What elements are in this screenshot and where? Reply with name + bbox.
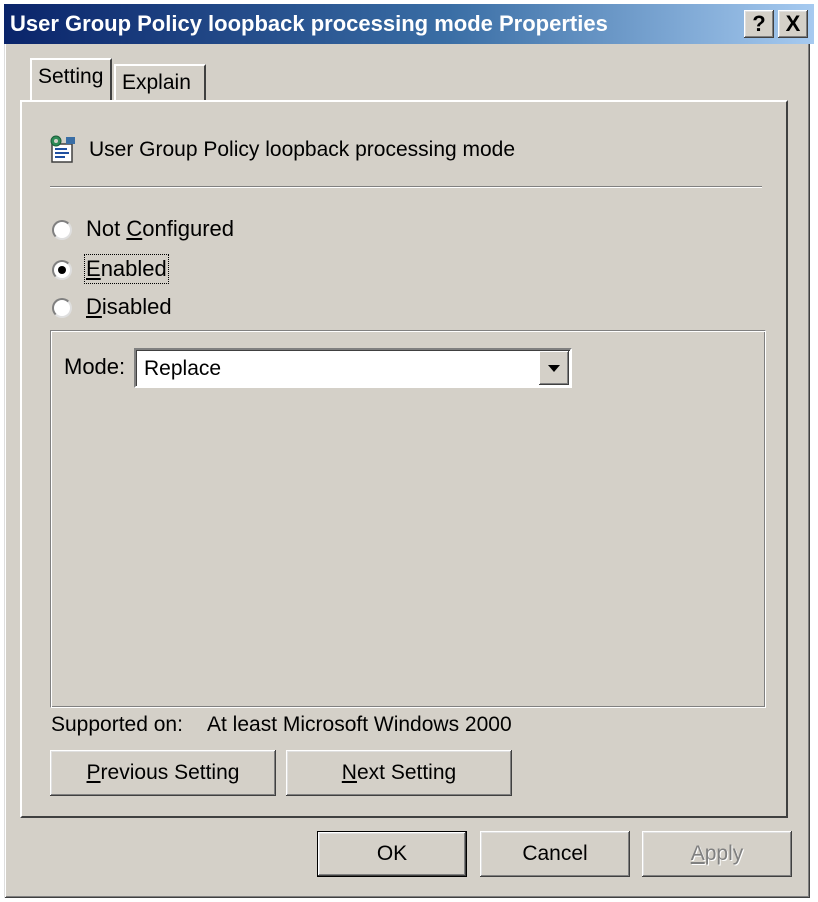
tab-setting[interactable]: Setting (30, 58, 112, 100)
supported-on-value: At least Microsoft Windows 2000 (207, 713, 512, 736)
mode-dropdown-value: Replace (144, 357, 222, 380)
apply-button[interactable]: Apply (642, 831, 792, 877)
radio-label-disabled: Disabled (86, 294, 172, 319)
cancel-button[interactable]: Cancel (480, 831, 630, 877)
policy-title: User Group Policy loopback processing mo… (89, 138, 516, 161)
mode-label: Mode: (64, 354, 126, 379)
tab-explain[interactable]: Explain (114, 64, 206, 100)
supported-on-label: Supported on: (51, 713, 183, 736)
policy-settings-icon (50, 135, 75, 163)
radio-label-enabled: Enabled (84, 254, 169, 284)
previous-setting-button[interactable]: Previous Setting (50, 750, 276, 796)
separator (50, 186, 762, 188)
title-bar[interactable]: User Group Policy loopback processing mo… (4, 4, 814, 44)
radio-button[interactable] (52, 298, 72, 318)
radio-button-selected[interactable] (52, 260, 72, 280)
close-button[interactable]: X (778, 10, 808, 38)
help-button[interactable]: ? (744, 10, 774, 38)
radio-button[interactable] (52, 220, 72, 240)
radio-selected-dot (58, 266, 66, 274)
radio-label-not-configured: Not Configured (86, 216, 234, 241)
window-title: User Group Policy loopback processing mo… (10, 11, 608, 36)
mode-dropdown[interactable]: Replace (134, 348, 572, 388)
next-setting-button[interactable]: Next Setting (286, 750, 512, 796)
chevron-down-icon[interactable] (539, 351, 569, 385)
ok-button[interactable]: OK (317, 831, 467, 877)
